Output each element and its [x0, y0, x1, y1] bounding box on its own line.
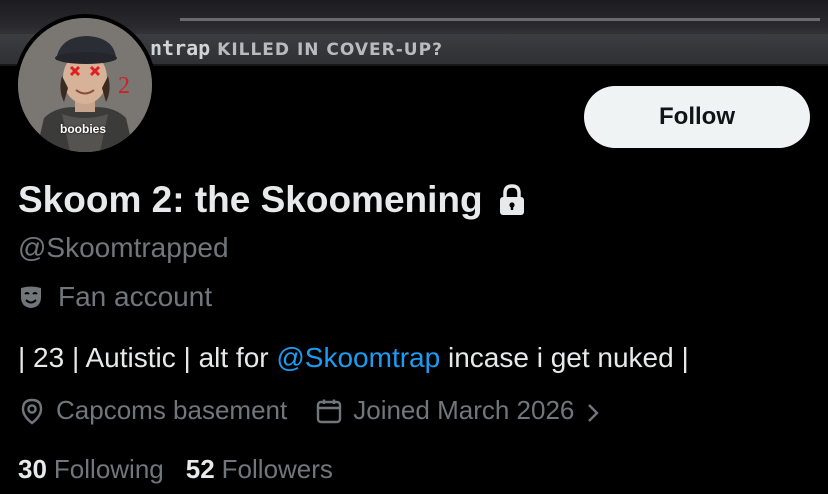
bio-text-suffix: incase i get nuked |	[440, 342, 689, 373]
location-pin-icon	[18, 397, 46, 425]
location-item: Capcoms basement	[18, 395, 287, 426]
followers-label: Followers	[221, 454, 333, 484]
display-name-row: Skoom 2: the Skoomening	[18, 176, 527, 224]
bio-mention-link[interactable]: @Skoomtrap	[276, 342, 440, 373]
avatar[interactable]: 2 boobies	[14, 14, 156, 156]
banner-headline-stylized: ntrap	[150, 36, 211, 60]
location-label: Capcoms basement	[56, 395, 288, 425]
profile-category: Fan account	[18, 281, 212, 313]
banner-headline-rest: KILLED IN COVER-UP?	[217, 40, 443, 60]
calendar-icon	[315, 397, 343, 425]
category-label: Fan account	[58, 281, 213, 312]
profile-handle: @Skoomtrapped	[18, 232, 229, 263]
display-name: Skoom 2: the Skoomening	[18, 179, 483, 220]
protected-lock-icon[interactable]	[497, 183, 527, 217]
banner-headline: ntrap KILLED IN COVER-UP?	[150, 36, 443, 60]
following-link[interactable]: 30 Following	[18, 454, 164, 485]
avatar-caption: boobies	[60, 122, 107, 136]
joined-item[interactable]: Joined March 2026	[315, 395, 600, 426]
chevron-right-icon	[586, 400, 600, 422]
theater-masks-icon	[18, 284, 44, 310]
profile-bio: | 23 | Autistic | alt for @Skoomtrap inc…	[18, 342, 689, 374]
avatar-badge: 2	[118, 73, 130, 99]
following-count: 30	[18, 454, 47, 484]
followers-count: 52	[185, 454, 215, 484]
following-label: Following	[53, 454, 164, 484]
followers-link[interactable]: 52 Followers	[186, 454, 333, 485]
avatar-image: 2 boobies	[18, 18, 152, 152]
follow-stats: 30 Following 52 Followers	[18, 454, 333, 485]
joined-label: Joined March 2026	[353, 395, 575, 425]
follow-button[interactable]: Follow	[584, 86, 810, 148]
banner-frame-line	[180, 18, 820, 21]
profile-meta: Capcoms basement Joined March 2026	[18, 395, 600, 426]
bio-text-prefix: | 23 | Autistic | alt for	[18, 342, 277, 373]
